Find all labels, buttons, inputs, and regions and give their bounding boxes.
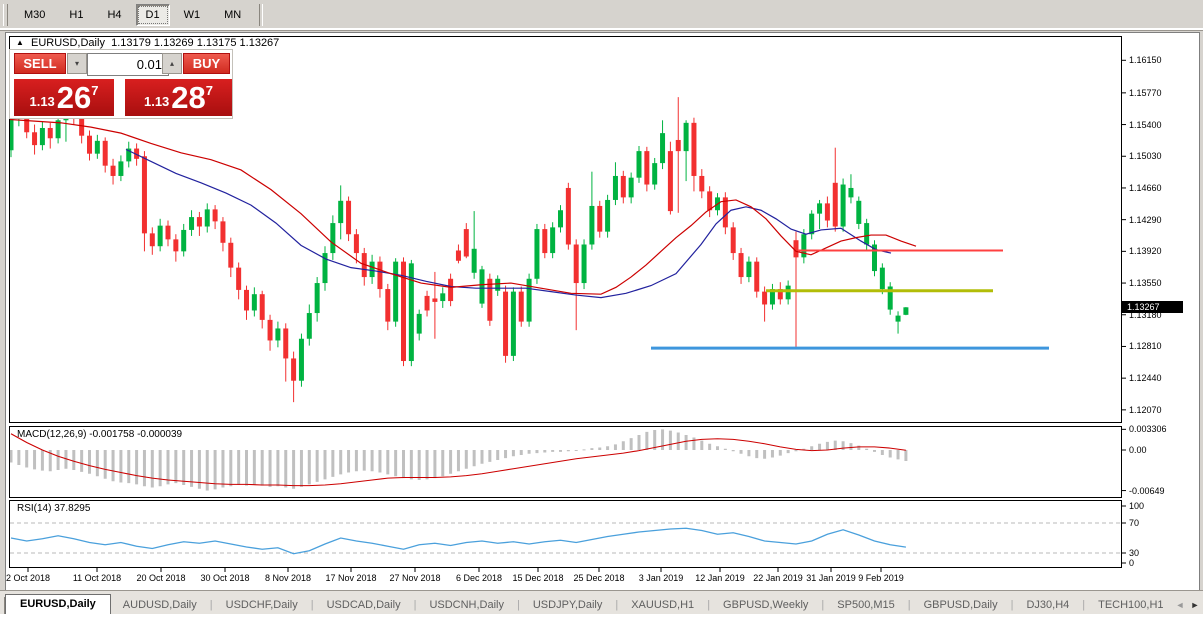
timeframe-button-H4[interactable]: H4 (97, 4, 131, 26)
rsi-pane-frame (10, 501, 1122, 568)
price-axis-label: 1.12810 (1129, 341, 1162, 351)
price-axis-label: 1.15030 (1129, 151, 1162, 161)
window-bottom-edge (0, 614, 1203, 620)
date-axis-label: 20 Oct 2018 (136, 573, 185, 583)
buy-price-button[interactable]: 1.13 28 7 (125, 79, 232, 116)
date-axis-label: 8 Nov 2018 (265, 573, 311, 583)
date-axis-label: 11 Oct 2018 (73, 573, 121, 583)
date-axis-label: 6 Dec 2018 (456, 573, 502, 583)
volume-decrease-button[interactable]: ▾ (67, 53, 87, 74)
tab-XAUUSD-H1[interactable]: XAUUSD,H1 (619, 596, 706, 615)
tab-DJ30-H4[interactable]: DJ30,H4 (1014, 596, 1081, 615)
date-axis-label: 12 Jan 2019 (695, 573, 745, 583)
volume-input[interactable] (87, 53, 169, 76)
date-axis-label: 2 Oct 2018 (6, 573, 50, 583)
sell-price-big: 26 (57, 82, 91, 113)
macd-axis-label: 0.003306 (1129, 424, 1167, 434)
timeframe-button-W1[interactable]: W1 (174, 4, 211, 26)
buy-price-prefix: 1.13 (144, 94, 169, 109)
toolbar-separator (259, 4, 263, 26)
tab-GBPUSD-Weekly[interactable]: GBPUSD,Weekly (711, 596, 820, 615)
chart-ohlc-quote: 1.13179 1.13269 1.13175 1.13267 (111, 37, 279, 49)
collapse-icon[interactable]: ▲ (16, 38, 24, 47)
sell-price-sup: 7 (91, 83, 98, 98)
date-axis-label: 22 Jan 2019 (753, 573, 803, 583)
timeframe-button-H1[interactable]: H1 (59, 4, 93, 26)
symbol-tab-bar: EURUSD,DailyAUDUSD,Daily|USDCHF,Daily|US… (0, 590, 1203, 615)
rsi-axis-label: 30 (1129, 548, 1139, 558)
tab-AUDUSD-Daily[interactable]: AUDUSD,Daily (111, 596, 209, 615)
date-axis-label: 27 Nov 2018 (389, 573, 440, 583)
volume-increase-button[interactable]: ▴ (162, 53, 182, 74)
price-axis-label: 1.12070 (1129, 405, 1162, 415)
macd-indicator-label: MACD(12,26,9) -0.001758 -0.000039 (17, 429, 182, 440)
date-axis-label: 31 Jan 2019 (806, 573, 856, 583)
toolbar-grip[interactable] (3, 4, 8, 26)
rsi-axis-label: 70 (1129, 518, 1139, 528)
sell-price-button[interactable]: 1.13 26 7 (14, 79, 114, 116)
price-axis-label: 1.13550 (1129, 278, 1162, 288)
price-axis-label: 1.15770 (1129, 88, 1162, 98)
timeframe-button-MN[interactable]: MN (214, 4, 251, 26)
date-axis-label: 9 Feb 2019 (858, 573, 904, 583)
timeframe-button-M30[interactable]: M30 (14, 4, 55, 26)
buy-button[interactable]: BUY (183, 53, 230, 74)
rsi-axis-label: 0 (1129, 558, 1134, 568)
price-axis-label: 1.14660 (1129, 183, 1162, 193)
date-axis-label: 25 Dec 2018 (573, 573, 624, 583)
trading-terminal-window: M30H1H4D1W1MN ▲ EURUSD,Daily 1.13179 1.1… (0, 0, 1203, 620)
price-axis-label: 1.12440 (1129, 373, 1162, 383)
price-axis-label: 1.13180 (1129, 310, 1162, 320)
sell-button[interactable]: SELL (14, 53, 66, 74)
rsi-indicator-label: RSI(14) 37.8295 (17, 503, 90, 514)
tab-USDCNH-Daily[interactable]: USDCNH,Daily (417, 596, 516, 615)
chart-symbol-label: EURUSD,Daily (31, 37, 105, 49)
price-axis-label: 1.13920 (1129, 246, 1162, 256)
tabs-scroll-right-icon[interactable]: ► (1190, 600, 1203, 610)
tabs-scroll-left-icon[interactable]: ◄ (1176, 600, 1191, 610)
rsi-axis-label: 100 (1129, 501, 1144, 511)
tab-EURUSD-Daily[interactable]: EURUSD,Daily (5, 594, 111, 615)
date-axis-label: 3 Jan 2019 (639, 573, 684, 583)
tab-TECH100-H1[interactable]: TECH100,H1 (1086, 596, 1175, 615)
one-click-trade-panel: SELL ▾ ▴ BUY 1.13 26 7 1.13 28 7 (9, 49, 233, 119)
tab-scroll-arrows[interactable]: ◄► (1176, 600, 1203, 615)
tab-SP500-M15[interactable]: SP500,M15 (825, 596, 906, 615)
sell-price-prefix: 1.13 (29, 94, 54, 109)
chart-window: ▲ EURUSD,Daily 1.13179 1.13269 1.13175 1… (5, 32, 1200, 592)
tab-USDJPY-Daily[interactable]: USDJPY,Daily (521, 596, 615, 615)
macd-axis-label: 0.00 (1129, 445, 1147, 455)
price-axis-label: 1.15400 (1129, 120, 1162, 130)
buy-price-sup: 7 (206, 83, 213, 98)
tab-USDCHF-Daily[interactable]: USDCHF,Daily (214, 596, 310, 615)
buy-price-big: 28 (171, 82, 205, 113)
timeframe-toolbar: M30H1H4D1W1MN (0, 0, 1203, 31)
chart-title: ▲ EURUSD,Daily 1.13179 1.13269 1.13175 1… (16, 37, 279, 49)
tab-GBPUSD-Daily[interactable]: GBPUSD,Daily (912, 596, 1010, 615)
date-axis-label: 30 Oct 2018 (200, 573, 249, 583)
macd-axis-label: -0.00649 (1129, 486, 1165, 496)
tab-USDCAD-Daily[interactable]: USDCAD,Daily (315, 596, 413, 615)
date-axis-label: 15 Dec 2018 (512, 573, 563, 583)
price-axis-label: 1.16150 (1129, 55, 1162, 65)
timeframe-button-D1[interactable]: D1 (136, 4, 170, 26)
price-axis-label: 1.14290 (1129, 215, 1162, 225)
date-axis-label: 17 Nov 2018 (325, 573, 376, 583)
